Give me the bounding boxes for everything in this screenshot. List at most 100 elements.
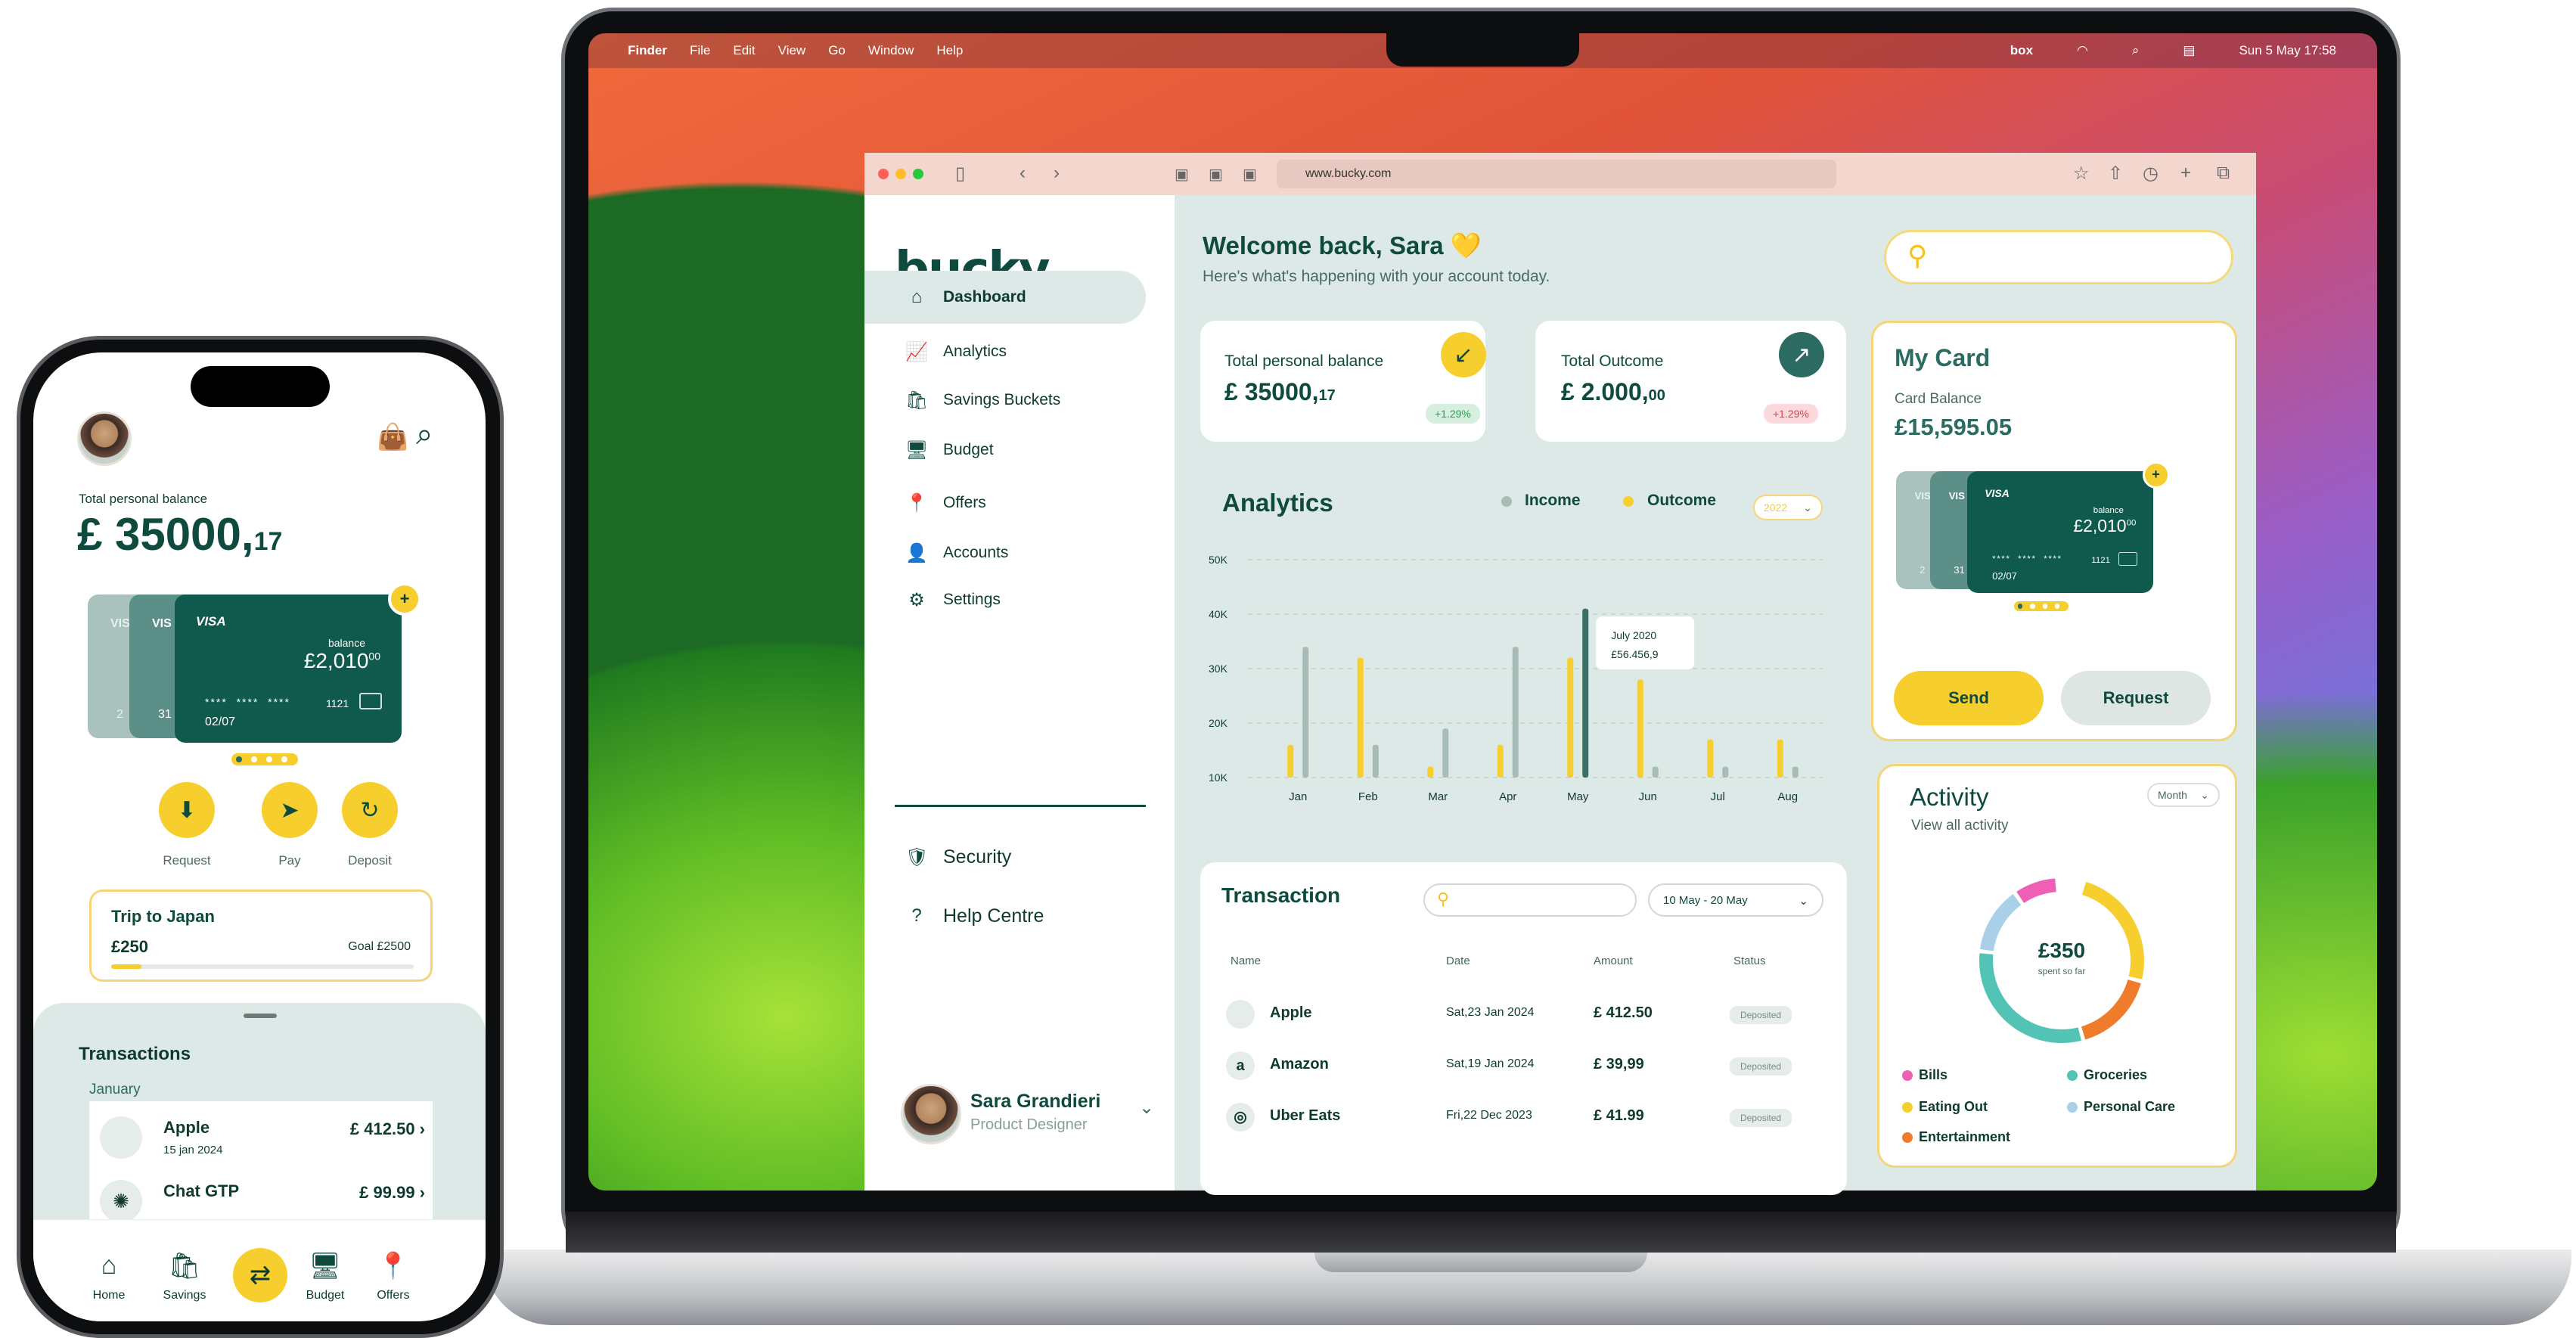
tab-budget[interactable]: 🖥 Budget [287,1251,363,1319]
card-last-digits: 2 [1920,564,1926,576]
bar-outcome-may[interactable] [1582,608,1589,778]
menubar-clock[interactable]: Sun 5 May 17:58 [2239,43,2336,58]
bookmark-star-icon[interactable]: ☆ [2073,163,2090,185]
deposit-action-button[interactable]: ↻ [342,782,398,838]
search-input[interactable]: ⚲ [1884,230,2233,284]
bank-card[interactable]: VISA balance £2,01000 **** **** **** 1121 02/… [1967,471,2154,593]
card-pager[interactable] [231,753,298,765]
card-pager[interactable] [2013,601,2069,612]
y-tick-label: 40K [1209,608,1228,620]
bar-income-aug[interactable] [1777,739,1783,778]
date-range-select[interactable]: 10 May - 20 May ⌄ [1648,883,1823,917]
tab-savings[interactable]: 🛍 Savings [147,1251,222,1319]
pay-action-button[interactable]: ➤ [262,782,318,838]
bar-outcome-mar[interactable] [1442,728,1449,778]
add-card-button[interactable]: + [2142,461,2170,489]
tooltip-line1: July 2020 [1611,629,1656,641]
phone-balance-amount: £ 35000, [77,509,254,560]
sidebar-item-security[interactable]: 🛡 Security [864,830,1146,883]
bar-income-jan[interactable] [1287,744,1294,778]
sidebar-item-savings-buckets[interactable]: 🛍 Savings Buckets [864,374,1146,427]
minimize-window-button[interactable] [895,169,906,179]
chevron-down-icon[interactable]: ⌄ [1139,1097,1154,1119]
phone-screen: 👜 ⌕ Total personal balance £ 35000,17 VI… [33,352,486,1321]
back-icon[interactable]: ‹ [1020,163,1026,184]
card-balance: £2,01000 [304,649,380,673]
tab-home[interactable]: ⌂ Home [71,1251,147,1319]
box-icon[interactable]: box [2010,43,2033,58]
period-select[interactable]: Month ⌄ [2147,783,2220,807]
control-center-icon[interactable]: ▤ [2183,43,2195,58]
sidebar-item-help-centre[interactable]: ? Help Centre [864,889,1146,942]
menu-file[interactable]: File [690,43,710,58]
sidebar-item-offers[interactable]: 📍 Offers [864,477,1146,529]
close-window-button[interactable] [878,169,889,179]
extension-icon[interactable]: ▣ [1175,165,1189,184]
sidebar-item-accounts[interactable]: 👤 Accounts [864,526,1146,579]
sheet-handle[interactable] [244,1014,277,1018]
tab-offers[interactable]: 📍 Offers [355,1251,431,1319]
bar-outcome-jul[interactable] [1722,766,1729,778]
phone-balance-cents: 17 [253,527,283,556]
sidebar-item-analytics[interactable]: 📈 Analytics [864,325,1146,378]
bar-income-apr[interactable] [1497,744,1504,778]
menu-go[interactable]: Go [828,43,846,58]
add-card-button[interactable]: + [388,582,421,616]
table-row[interactable]: a Amazon Sat,19 Jan 2024 £ 39,99 Deposited [1200,1044,1847,1089]
bar-outcome-aug[interactable] [1792,766,1799,778]
y-tick-label: 20K [1209,717,1228,729]
arrow-up-right-icon[interactable]: ↗ [1779,332,1824,377]
wifi-icon[interactable]: ◠ [2077,43,2088,58]
tab-overview-icon[interactable]: ⧉ [2217,163,2230,184]
menu-window[interactable]: Window [868,43,914,58]
search-icon[interactable]: ⌕ [2132,43,2140,58]
table-row[interactable]: ◎ Uber Eats Fri,22 Dec 2023 £ 41.99 Deposite… [1200,1095,1847,1141]
savings-goal-card[interactable]: Trip to Japan £250 Goal £2500 [89,889,433,982]
address-bar[interactable]: www.bucky.com [1277,160,1836,188]
transaction-search-input[interactable]: ⚲ [1423,883,1637,917]
view-all-activity-link[interactable]: View all activity [1911,818,2008,834]
list-item[interactable]: Apple 15 jan 2024 £ 412.50 › [89,1109,433,1169]
legend-item: Groceries [2067,1067,2147,1083]
bank-card[interactable]: VISA balance £2,01000 **** **** **** 1121 02/… [175,594,402,743]
share-icon[interactable]: ⇧ [2108,163,2123,185]
tx-amount: £ 41.99 [1594,1107,1644,1124]
budget-icon: 🖥 [309,1252,342,1281]
arrow-down-left-icon[interactable]: ↙ [1441,332,1486,377]
bar-income-feb[interactable] [1357,657,1364,778]
menu-help[interactable]: Help [936,43,963,58]
page-title: Welcome back, Sara 💛 [1203,231,1482,259]
bar-income-jul[interactable] [1707,739,1714,778]
menu-edit[interactable]: Edit [733,43,755,58]
send-button[interactable]: Send [1894,671,2044,725]
request-button[interactable]: Request [2061,671,2211,725]
bar-income-may[interactable] [1567,657,1574,778]
new-tab-icon[interactable]: + [2180,163,2191,184]
extension-icon[interactable]: ▣ [1243,165,1257,184]
search-icon[interactable]: ⌕ [416,418,433,452]
sidebar-item-settings[interactable]: ⚙ Settings [864,573,1146,626]
sidebar-item-dashboard[interactable]: ⌂ Dashboard [864,271,1146,324]
avatar[interactable] [77,411,132,466]
menu-finder[interactable]: Finder [628,43,667,58]
wallet-icon[interactable]: 👜 [377,422,408,452]
sidebar-item-budget[interactable]: 🖥 Budget [864,424,1146,477]
analytics-title: Analytics [1222,489,1333,517]
history-icon[interactable]: ◷ [2143,163,2159,185]
user-profile[interactable]: Sara Grandieri Product Designer ⌄ [901,1080,1158,1148]
bar-income-mar[interactable] [1427,766,1434,778]
bar-outcome-feb[interactable] [1372,744,1379,778]
transfer-button[interactable]: ⇄ [222,1248,298,1316]
bar-income-jun[interactable] [1637,679,1643,778]
bar-outcome-jan[interactable] [1302,647,1309,778]
year-select[interactable]: 2022 ⌄ [1753,495,1823,520]
bar-outcome-apr[interactable] [1512,647,1519,778]
request-action-button[interactable]: ⬇ [159,782,215,838]
zoom-window-button[interactable] [913,169,923,179]
sidebar-toggle-icon[interactable]: ▯ [955,163,965,185]
table-row[interactable]: Apple Sat,23 Jan 2024 £ 412.50 Deposited [1200,992,1847,1038]
menu-view[interactable]: View [778,43,806,58]
bar-outcome-jun[interactable] [1652,766,1659,778]
extension-icon[interactable]: ▣ [1209,165,1223,184]
forward-icon[interactable]: › [1054,163,1060,184]
